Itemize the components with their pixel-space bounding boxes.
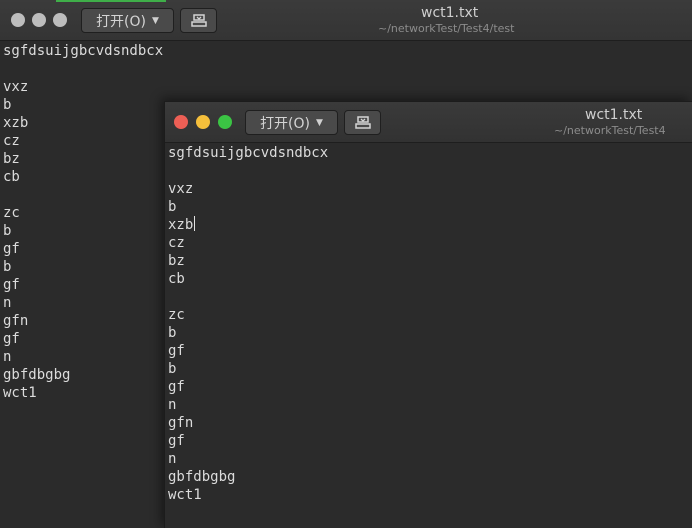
text-cursor bbox=[194, 216, 196, 231]
front-editor-window: 打开(O) ▼ wct1.txt ~/networkTest/Test4 sgf… bbox=[164, 101, 692, 528]
text-line: gf bbox=[168, 433, 185, 449]
text-line: cb bbox=[168, 271, 185, 287]
caret-down-icon: ▼ bbox=[152, 15, 159, 26]
text-line: n bbox=[3, 295, 12, 311]
text-line: gfn bbox=[3, 313, 29, 329]
back-window-path: ~/networkTest/Test4/test bbox=[378, 22, 515, 35]
text-line: b bbox=[168, 361, 177, 377]
back-minimize-button[interactable] bbox=[32, 13, 46, 27]
front-close-button[interactable] bbox=[174, 115, 188, 129]
back-titlebar: 打开(O) ▼ wct1.txt ~/networkTest/Test4/tes… bbox=[0, 0, 692, 41]
text-line: wct1 bbox=[3, 385, 37, 401]
back-open-button-label: 打开(O) bbox=[96, 13, 147, 30]
text-line: zc bbox=[168, 307, 185, 323]
text-line: b bbox=[3, 223, 12, 239]
front-window-path: ~/networkTest/Test4 bbox=[554, 124, 666, 137]
back-save-button[interactable] bbox=[180, 8, 217, 33]
front-save-button[interactable] bbox=[344, 110, 381, 135]
text-line: n bbox=[168, 397, 177, 413]
text-line: gf bbox=[3, 331, 20, 347]
front-open-button-label: 打开(O) bbox=[260, 115, 311, 132]
text-line: vxz bbox=[168, 181, 194, 197]
save-to-disk-icon bbox=[354, 116, 371, 129]
text-line: zc bbox=[3, 205, 20, 221]
front-titlebar: 打开(O) ▼ wct1.txt ~/networkTest/Test4 bbox=[165, 102, 692, 143]
text-line: bz bbox=[168, 253, 185, 269]
back-maximize-button[interactable] bbox=[53, 13, 67, 27]
front-open-button[interactable]: 打开(O) ▼ bbox=[245, 110, 338, 135]
text-line: wct1 bbox=[168, 487, 202, 503]
text-line: gf bbox=[168, 379, 185, 395]
back-close-button[interactable] bbox=[11, 13, 25, 27]
front-window-title: wct1.txt bbox=[585, 107, 643, 123]
text-line: bz bbox=[3, 151, 20, 167]
text-line: xzb bbox=[168, 216, 196, 233]
text-line: sgfdsuijgbcvdsndbcx bbox=[3, 43, 164, 59]
save-to-disk-icon bbox=[190, 14, 207, 27]
text-line: vxz bbox=[3, 79, 29, 95]
accent-strip bbox=[56, 0, 166, 2]
text-line: n bbox=[168, 451, 177, 467]
text-line: gbfdbgbg bbox=[168, 469, 236, 485]
text-line: b bbox=[168, 199, 177, 215]
front-text-area[interactable]: sgfdsuijgbcvdsndbcx vxz b xzb cz bz cb zc b gf b gf… bbox=[165, 143, 692, 528]
text-line: gbfdbgbg bbox=[3, 367, 71, 383]
text-line: gf bbox=[3, 277, 20, 293]
back-window-title: wct1.txt bbox=[421, 5, 479, 21]
back-open-button[interactable]: 打开(O) ▼ bbox=[81, 8, 174, 33]
text-line: n bbox=[3, 349, 12, 365]
text-line: gf bbox=[3, 241, 20, 257]
caret-down-icon: ▼ bbox=[316, 117, 323, 128]
text-line: b bbox=[168, 325, 177, 341]
text-line: gf bbox=[168, 343, 185, 359]
text-line: b bbox=[3, 259, 12, 275]
text-line: sgfdsuijgbcvdsndbcx bbox=[168, 145, 329, 161]
text-line: cz bbox=[3, 133, 20, 149]
text-line: cz bbox=[168, 235, 185, 251]
front-maximize-button[interactable] bbox=[218, 115, 232, 129]
text-line: gfn bbox=[168, 415, 194, 431]
text-line: xzb bbox=[3, 115, 29, 131]
text-line: cb bbox=[3, 169, 20, 185]
front-minimize-button[interactable] bbox=[196, 115, 210, 129]
text-line: b bbox=[3, 97, 12, 113]
